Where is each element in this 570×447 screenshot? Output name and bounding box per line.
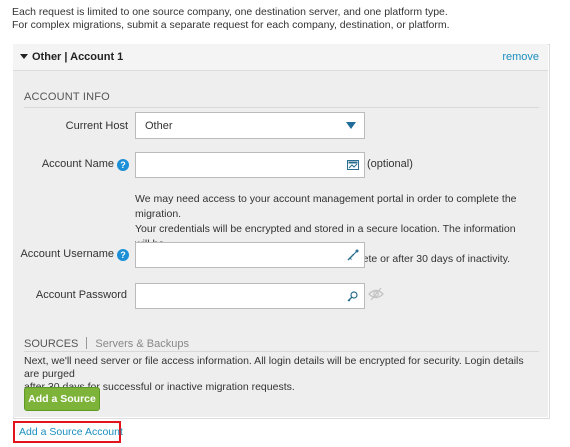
section-divider [24, 107, 539, 108]
sources-title: SOURCES [24, 338, 79, 350]
account-name-field[interactable] [135, 152, 365, 178]
current-host-select[interactable]: Other [135, 112, 365, 139]
sources-header: SOURCES Servers & Backups [24, 337, 189, 350]
id-card-icon [347, 160, 359, 170]
account-accordion-title: Other | Account 1 [32, 51, 124, 63]
triangle-down-icon [346, 122, 356, 129]
sources-description: Next, we'll need server or file access i… [24, 355, 524, 393]
question-circle-icon[interactable]: ? [117, 249, 129, 261]
intro-line-2: For complex migrations, submit a separat… [12, 19, 450, 31]
key-icon [347, 291, 358, 302]
sources-separator [86, 337, 88, 349]
current-host-value: Other [145, 120, 173, 132]
caret-down-icon[interactable] [20, 54, 28, 59]
optional-hint: (optional) [367, 158, 413, 170]
sources-subtitle: Servers & Backups [95, 338, 189, 350]
add-source-account-highlight: Add a Source Account [13, 421, 123, 443]
account-username-label: Account Username? [13, 248, 129, 261]
account-username-field[interactable] [135, 242, 365, 268]
intro-text: Each request is limited to one source co… [12, 6, 562, 32]
account-info-title: ACCOUNT INFO [24, 91, 110, 103]
intro-line-1: Each request is limited to one source co… [12, 6, 448, 18]
remove-link[interactable]: remove [502, 51, 539, 63]
add-source-account-link[interactable]: Add a Source Account [19, 426, 123, 438]
account-panel: ACCOUNT INFO Current Host Other Account … [13, 71, 548, 417]
account-name-label: Account Name? [13, 158, 129, 171]
account-password-label: Account Password [35, 289, 127, 301]
question-circle-icon[interactable]: ? [117, 159, 129, 171]
eye-off-icon[interactable] [368, 287, 384, 301]
sources-divider [24, 351, 539, 352]
account-accordion-header[interactable]: Other | Account 1 remove [13, 44, 548, 71]
current-host-label: Current Host [65, 120, 128, 132]
add-source-button[interactable]: Add a Source [24, 387, 100, 411]
key-icon [347, 249, 359, 261]
account-password-field[interactable] [135, 283, 365, 309]
